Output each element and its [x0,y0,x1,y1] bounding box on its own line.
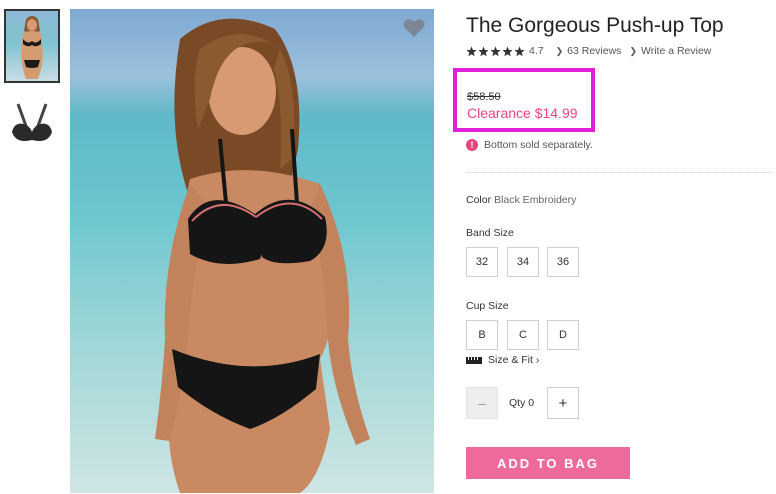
main-product-image [70,9,434,493]
product-title: The Gorgeous Push-up Top [466,14,724,37]
heart-icon [403,19,425,37]
band-size-label: Band Size [466,227,514,239]
write-review-link[interactable]: ❯ Write a Review [629,45,711,57]
band-size-36-button[interactable]: 36 [547,247,579,277]
cup-size-label: Cup Size [466,300,509,312]
chevron-right-icon: ❯ [629,45,637,56]
band-size-32-button[interactable]: 32 [466,247,498,277]
original-price: $58.50 [467,91,501,103]
star-icon [478,46,489,56]
cup-size-c-button[interactable]: C [507,320,539,350]
rating-row: 4.7 ❯ 63 Reviews ❯ Write a Review [466,44,719,58]
exclamation-icon: ! [466,139,478,151]
color-selection: Color Black Embroidery [466,194,576,206]
thumbnail-model[interactable] [4,9,60,83]
quantity-display: Qty 0 [509,397,535,409]
star-icon [514,46,525,56]
thumbnail-bra[interactable] [4,96,60,156]
cup-size-d-button[interactable]: D [547,320,579,350]
ruler-icon [466,356,482,364]
favorite-button[interactable] [402,17,426,39]
star-icon [502,46,513,56]
reviews-link-label: 63 Reviews [567,45,622,57]
cup-size-b-button[interactable]: B [466,320,498,350]
chevron-right-icon: ❯ [555,45,564,56]
clearance-price: Clearance $14.99 [467,105,578,121]
color-label: Color [466,194,492,206]
note-text: Bottom sold separately. [484,139,593,151]
quantity-decrease-button[interactable]: – [466,387,498,419]
size-and-fit-label: Size & Fit › [488,354,540,366]
write-review-label: Write a Review [640,45,712,57]
add-to-bag-button[interactable]: ADD TO BAG [466,447,630,479]
divider [466,172,772,173]
size-and-fit-link[interactable]: Size & Fit › [466,354,539,366]
quantity-increase-button[interactable]: + [547,387,579,419]
star-icon [490,46,501,56]
star-icon [466,46,477,56]
bottom-sold-separately-note: ! Bottom sold separately. [466,139,593,151]
color-value: Black Embroidery [494,194,577,206]
star-rating [466,46,525,57]
rating-value: 4.7 [529,45,544,57]
band-size-34-button[interactable]: 34 [507,247,539,277]
reviews-link[interactable]: ❯ 63 Reviews [556,45,622,57]
